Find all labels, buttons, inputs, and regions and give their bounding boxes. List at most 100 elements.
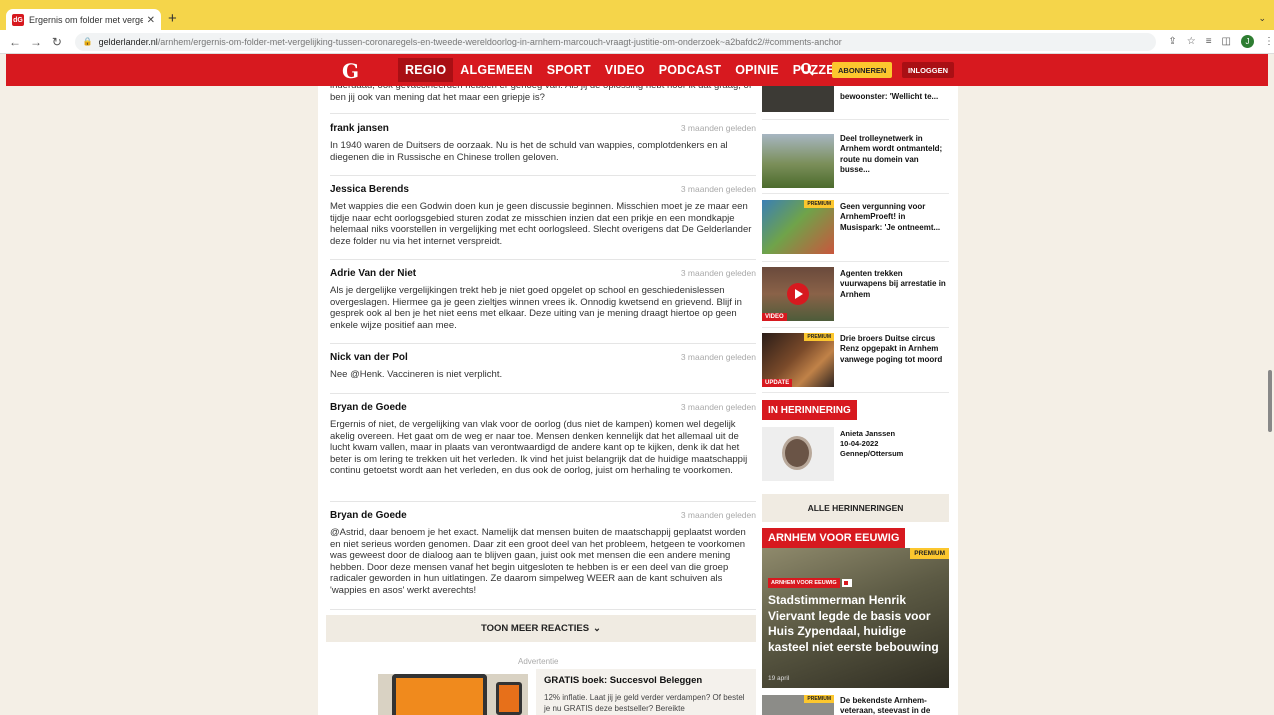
sidebar-article[interactable]: bewoonster: 'Wellicht te... xyxy=(762,86,949,120)
memorial-item[interactable]: Anieta Janssen 10-04-2022 Gennep/Ottersu… xyxy=(762,427,949,483)
memorial-place: Gennep/Ottersum xyxy=(840,449,904,458)
comment-author[interactable]: Bryan de Goede xyxy=(330,510,407,521)
more-comments-button[interactable]: TOON MEER REACTIES ⌄ xyxy=(326,615,756,642)
memorial-photo xyxy=(762,427,834,481)
tablet-graphic xyxy=(496,682,522,715)
memorial-name: Anieta Janssen xyxy=(840,429,896,438)
video-tag: VIDEO xyxy=(762,313,787,321)
comment: frank jansen 3 maanden geleden In 1940 w… xyxy=(330,123,756,176)
comment-text: inderdaad, ook gevaccineerden hebben er … xyxy=(330,86,751,103)
comment-author[interactable]: Bryan de Goede xyxy=(330,402,407,413)
advert-box[interactable]: GRATIS boek: Succesvol Beleggen 12% infl… xyxy=(536,669,756,715)
premium-badge: PREMIUM xyxy=(804,200,834,208)
comment-time: 3 maanden geleden xyxy=(680,123,756,133)
share-icon[interactable]: ⇪ xyxy=(1168,36,1176,47)
lock-icon[interactable]: 🔒 xyxy=(83,37,93,46)
chevron-down-icon: ⌄ xyxy=(593,623,601,634)
reading-list-icon[interactable]: ≡ xyxy=(1206,36,1212,47)
comment-text: @Astrid, daar benoem je het exact. Namel… xyxy=(330,527,746,596)
url-field[interactable]: 🔒 gelderlander.nl /arnhem/ergernis-om-fo… xyxy=(74,32,1157,51)
advert-label: Advertentie xyxy=(518,657,559,666)
article-thumbnail: PREMIUM xyxy=(762,200,834,254)
nav-video[interactable]: VIDEO xyxy=(598,58,652,82)
update-tag: UPDATE xyxy=(762,379,793,387)
browser-menu-icon[interactable]: ⋮ xyxy=(1264,36,1274,47)
nav-podcast[interactable]: PODCAST xyxy=(652,58,729,82)
feature-section-title: ARNHEM VOOR EEUWIG xyxy=(762,528,906,548)
subscribe-button[interactable]: ABONNEREN xyxy=(832,62,893,78)
premium-badge: PREMIUM xyxy=(804,333,834,341)
main-nav: REGIO ALGEMEEN SPORT VIDEO PODCAST OPINI… xyxy=(398,58,850,82)
sidebar-article[interactable]: VIDEO Agenten trekken vuurwapens bij arr… xyxy=(762,264,949,328)
tab-search-chevron-icon[interactable]: ⌄ xyxy=(1258,13,1266,24)
close-tab-icon[interactable]: ✕ xyxy=(147,15,155,26)
comment-time: 3 maanden geleden xyxy=(680,268,756,278)
comment-time: 3 maanden geleden xyxy=(680,510,756,520)
advert-text: 12% inflatie. Laat jij je geld verder ve… xyxy=(544,693,745,713)
bookmark-star-icon[interactable]: ☆ xyxy=(1187,36,1196,47)
site-logo[interactable]: G xyxy=(342,61,359,81)
feature-tag: ARNHEM VOOR EEUWIG xyxy=(768,578,852,588)
comment: Adrie Van der Niet 3 maanden geleden Als… xyxy=(330,268,756,344)
article-thumbnail: PREMIUM xyxy=(762,695,834,715)
browser-tab-bar: dG Ergernis om folder met vergelij ✕ + ⌄ xyxy=(0,0,1274,31)
laptop-graphic xyxy=(392,674,487,715)
article-title: Deel trolleynetwerk in Arnhem wordt ontm… xyxy=(840,134,943,174)
comment-time: 3 maanden geleden xyxy=(680,184,756,194)
comment: Nick van der Pol 3 maanden geleden Nee @… xyxy=(330,352,756,394)
comment: Jessica Berends 3 maanden geleden Met wa… xyxy=(330,184,756,260)
article-thumbnail: VIDEO xyxy=(762,267,834,321)
article-title: Agenten trekken vuurwapens bij arrestati… xyxy=(840,269,946,299)
browser-tab[interactable]: dG Ergernis om folder met vergelij ✕ xyxy=(6,9,161,31)
article-title: Drie broers Duitse circus Renz opgepakt … xyxy=(840,334,943,364)
article-title: De bekendste Arnhem-veteraan, steevast i… xyxy=(840,696,931,715)
reload-icon[interactable]: ↻ xyxy=(51,35,63,49)
back-icon[interactable]: ← xyxy=(9,35,21,49)
premium-badge: PREMIUM xyxy=(804,695,834,703)
nav-sport[interactable]: SPORT xyxy=(540,58,598,82)
page-content: inderdaad, ook gevaccineerden hebben er … xyxy=(318,86,958,715)
sidebar-article[interactable]: PREMIUM De bekendste Arnhem-veteraan, st… xyxy=(762,692,949,715)
url-path: /arnhem/ergernis-om-folder-met-vergelijk… xyxy=(157,36,842,47)
nav-regio[interactable]: REGIO xyxy=(398,58,454,82)
profile-avatar[interactable]: J xyxy=(1241,35,1254,48)
sidebar-article[interactable]: PREMIUM Geen vergunning voor ArnhemProef… xyxy=(762,196,949,262)
login-button[interactable]: INLOGGEN xyxy=(902,62,955,78)
comment-text: Met wappies die een Godwin doen kun je g… xyxy=(330,201,752,247)
comment-text: Als je dergelijke vergelijkingen trekt h… xyxy=(330,285,742,331)
feature-tag-label: ARNHEM VOOR EEUWIG xyxy=(768,578,840,588)
comment-author[interactable]: Jessica Berends xyxy=(330,184,409,195)
article-thumbnail xyxy=(762,86,834,112)
more-comments-label: TOON MEER REACTIES xyxy=(481,623,590,634)
feature-date: 19 april xyxy=(768,675,790,682)
comment-author[interactable]: frank jansen xyxy=(330,123,389,134)
comment-text: In 1940 waren de Duitsers de oorzaak. Nu… xyxy=(330,140,728,163)
comment-time: 3 maanden geleden xyxy=(680,402,756,412)
article-title: Geen vergunning voor ArnhemProeft! in Mu… xyxy=(840,202,941,232)
new-tab-icon[interactable]: + xyxy=(168,11,177,27)
nav-opinie[interactable]: OPINIE xyxy=(728,58,786,82)
comment-time: 3 maanden geleden xyxy=(680,352,756,362)
side-panel-icon[interactable]: ◫ xyxy=(1222,36,1231,47)
comment-author[interactable]: Adrie Van der Niet xyxy=(330,268,416,279)
site-favicon-icon: dG xyxy=(12,14,24,26)
site-header: G REGIO ALGEMEEN SPORT VIDEO PODCAST OPI… xyxy=(6,54,1268,86)
comment-author[interactable]: Nick van der Pol xyxy=(330,352,408,363)
scrollbar-thumb[interactable] xyxy=(1268,370,1272,432)
nav-algemeen[interactable]: ALGEMEEN xyxy=(453,58,539,82)
forward-icon[interactable]: → xyxy=(30,35,42,49)
feature-article[interactable]: PREMIUM ARNHEM VOOR EEUWIG Stadstimmerma… xyxy=(762,548,949,688)
address-bar-row: ← → ↻ 🔒 gelderlander.nl /arnhem/ergernis… xyxy=(0,30,1274,54)
all-memorials-button[interactable]: ALLE HERINNERINGEN xyxy=(762,494,949,522)
advert-title: GRATIS boek: Succesvol Beleggen xyxy=(544,675,703,686)
sidebar-article[interactable]: PREMIUM UPDATE Drie broers Duitse circus… xyxy=(762,329,949,393)
article-thumbnail: PREMIUM UPDATE xyxy=(762,333,834,387)
memorial-section-title: IN HERINNERING xyxy=(762,400,857,420)
tab-title: Ergernis om folder met vergelij xyxy=(29,15,143,25)
play-video-icon[interactable] xyxy=(787,283,809,305)
video-camera-icon xyxy=(841,579,852,587)
url-domain: gelderlander.nl xyxy=(98,36,158,47)
advert-image[interactable] xyxy=(378,674,528,715)
search-icon[interactable] xyxy=(800,62,814,76)
sidebar-article[interactable]: Deel trolleynetwerk in Arnhem wordt ontm… xyxy=(762,128,949,194)
